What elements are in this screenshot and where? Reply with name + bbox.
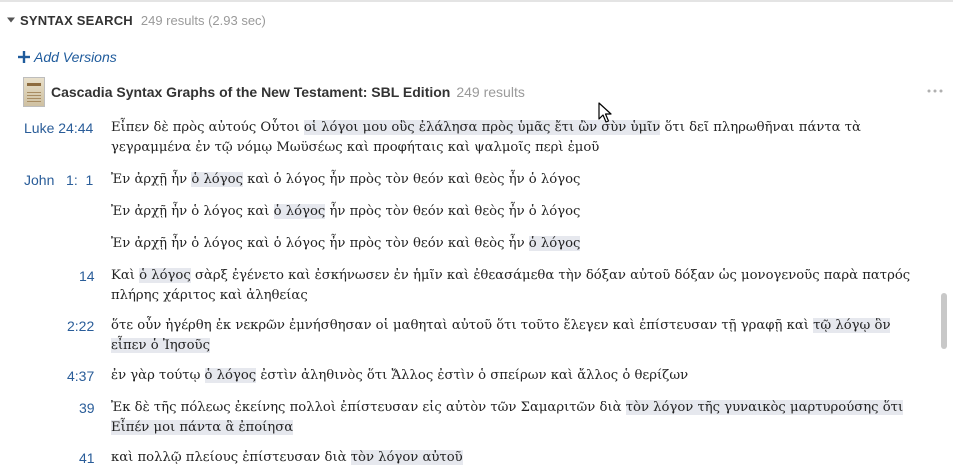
verse-segment: ἐστὶν ἀληθινὸς ὅτι Ἄλλος ἐστὶν ὁ σπείρων… — [256, 368, 689, 383]
verse-text: Ἐκ δὲ τῆς πόλεως ἐκείνης πολλοὶ ἐπίστευσ… — [111, 398, 921, 438]
more-dots-icon[interactable] — [927, 84, 943, 98]
top-divider — [0, 0, 953, 2]
verse-reference-link[interactable]: 4:37 — [67, 366, 94, 386]
verse-reference-link[interactable]: 2:22 — [67, 316, 94, 336]
triangle-down-icon[interactable] — [4, 13, 18, 27]
result-summary: 249 results (2.93 sec) — [140, 12, 266, 28]
verse-text: Ἐν ἀρχῇ ἦν ὁ λόγος καὶ ὁ λόγος ἦν πρὸς τ… — [111, 234, 921, 254]
book-cover-icon — [23, 77, 45, 107]
add-versions-label: Add Versions — [34, 49, 117, 65]
verse-segment: καὶ πολλῷ πλείους ἐπίστευσαν διὰ — [111, 450, 351, 465]
syntax-search-header[interactable]: SYNTAX SEARCH 249 results (2.93 sec) — [4, 10, 266, 30]
match-highlight: ὁ λόγος — [204, 368, 257, 383]
match-highlight: ὁ λόγος — [139, 268, 191, 283]
verse-segment: καὶ ὁ λόγος ἦν πρὸς τὸν θεόν καὶ θεὸς ἦν… — [242, 172, 581, 187]
resource-title: Cascadia Syntax Graphs of the New Testam… — [51, 84, 451, 100]
verse-text: ὅτε οὖν ἠγέρθη ἐκ νεκρῶν ἐμνήσθησαν οἱ μ… — [111, 316, 921, 356]
verse-segment: Ἐκ δὲ τῆς πόλεως ἐκείνης πολλοὶ ἐπίστευσ… — [111, 400, 626, 415]
verse-text: ἐν γὰρ τούτῳ ὁ λόγος ἐστὶν ἀληθινὸς ὅτι … — [111, 366, 921, 386]
section-title: SYNTAX SEARCH — [20, 12, 133, 28]
verse-segment: Ἐν ἀρχῇ ἦν ὁ λόγος καὶ ὁ λόγος ἦν πρὸς τ… — [111, 236, 529, 251]
resource-result-count: 249 results — [456, 84, 525, 100]
match-highlight: ὁ λόγος — [191, 172, 243, 187]
verse-segment: ὅτε οὖν ἠγέρθη ἐκ νεκρῶν ἐμνήσθησαν οἱ μ… — [111, 318, 814, 333]
verse-segment: Καὶ — [111, 268, 140, 283]
verse-text: καὶ πολλῷ πλείους ἐπίστευσαν διὰ τὸν λόγ… — [111, 448, 921, 468]
verse-text: Εἶπεν δὲ πρὸς αὐτούς Οὗτοι οἱ λόγοι μου … — [111, 118, 921, 158]
verse-segment: σὰρξ ἐγένετο καὶ ἐσκήνωσεν ἐν ἡμῖν καὶ ἐ… — [111, 268, 911, 303]
scrollbar-thumb[interactable] — [941, 293, 947, 349]
verse-segment: Ἐν ἀρχῇ ἦν ὁ λόγος καὶ — [111, 204, 274, 219]
plus-icon — [17, 50, 31, 64]
verse-segment: ἐν γὰρ τούτῳ — [111, 368, 205, 383]
verse-text: Καὶ ὁ λόγος σὰρξ ἐγένετο καὶ ἐσκήνωσεν ἐ… — [111, 266, 921, 306]
match-highlight: τὸν λόγον αὐτοῦ — [350, 450, 463, 465]
verse-segment: ἦν πρὸς τὸν θεόν καὶ θεὸς ἦν ὁ λόγος — [325, 204, 581, 219]
verse-text: Ἐν ἀρχῇ ἦν ὁ λόγος καὶ ὁ λόγος ἦν πρὸς τ… — [111, 202, 921, 222]
verse-segment: Εἶπεν δὲ πρὸς αὐτούς Οὗτοι — [111, 120, 304, 135]
match-highlight: ὁ λόγος — [273, 204, 326, 219]
verse-segment: Ἐν ἀρχῇ ἦν — [111, 172, 192, 187]
verse-reference-link[interactable]: 41 — [79, 448, 95, 468]
verse-reference-link[interactable]: John 1: 1 — [24, 170, 93, 190]
match-highlight: ὁ λόγος — [528, 236, 581, 251]
verse-reference-link[interactable]: 39 — [79, 398, 95, 418]
mouse-pointer-icon — [598, 102, 612, 123]
add-versions-link[interactable]: Add Versions — [17, 48, 117, 66]
resource-header[interactable]: Cascadia Syntax Graphs of the New Testam… — [23, 77, 525, 107]
verse-reference-link[interactable]: Luke 24:44 — [24, 118, 93, 138]
verse-reference-link[interactable]: 14 — [79, 266, 95, 286]
verse-text: Ἐν ἀρχῇ ἦν ὁ λόγος καὶ ὁ λόγος ἦν πρὸς τ… — [111, 170, 921, 190]
